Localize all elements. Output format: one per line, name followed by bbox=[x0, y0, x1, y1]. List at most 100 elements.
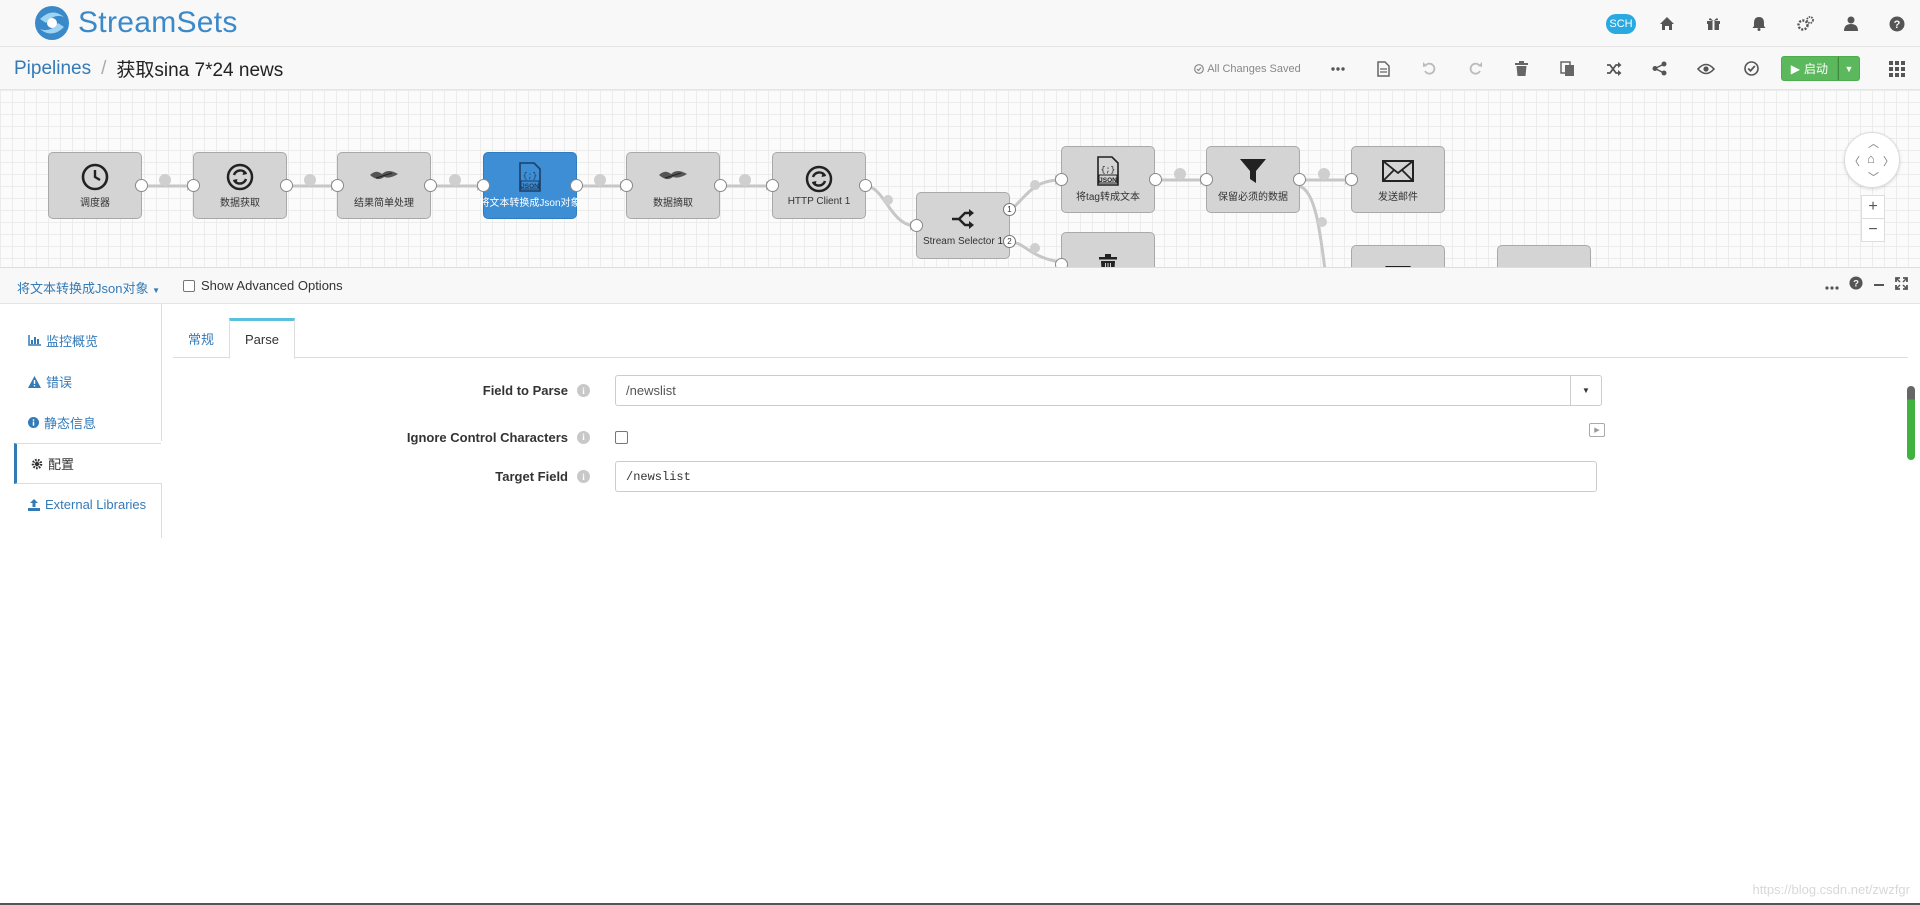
node-output-port[interactable] bbox=[1293, 173, 1306, 186]
bell-icon[interactable] bbox=[1736, 0, 1782, 47]
document-icon[interactable] bbox=[1361, 47, 1407, 90]
node-label: 发送邮件 bbox=[1378, 192, 1418, 203]
svg-text:JSON: JSON bbox=[521, 183, 539, 190]
home-icon[interactable] bbox=[1644, 0, 1690, 47]
stage-selector-dropdown[interactable]: 将文本转换成Json对象 ▼ bbox=[17, 278, 160, 297]
node-input-port[interactable] bbox=[1200, 173, 1213, 186]
delete-icon[interactable] bbox=[1499, 47, 1545, 90]
active-nav-gap bbox=[161, 441, 162, 482]
grid-menu-icon[interactable] bbox=[1874, 47, 1920, 90]
pan-up-icon[interactable]: ︿ bbox=[1868, 135, 1879, 151]
user-icon[interactable] bbox=[1828, 0, 1874, 47]
node-input-port[interactable] bbox=[766, 179, 779, 192]
node-output-port[interactable] bbox=[714, 179, 727, 192]
node-input-port[interactable] bbox=[1345, 173, 1358, 186]
ignore-control-characters-checkbox[interactable] bbox=[615, 430, 628, 444]
pipeline-canvas[interactable]: 调度器 数据获取 结果简单处理 {;} JSON 将文本转换成Json对象 数据摘… bbox=[0, 90, 1920, 267]
nav-monitoring-summary[interactable]: 监控概览 bbox=[14, 320, 162, 361]
canvas-pan-control[interactable]: ︿ 〈 ⌂ 〉 ﹀ bbox=[1844, 132, 1900, 188]
expression-preview-icon[interactable]: ▶ bbox=[1589, 423, 1605, 437]
stream-output-port-2[interactable]: 2 bbox=[1003, 235, 1016, 248]
pan-down-icon[interactable]: ﹀ bbox=[1868, 169, 1879, 185]
redo-icon[interactable] bbox=[1453, 47, 1499, 90]
info-icon[interactable]: i bbox=[577, 384, 590, 397]
nav-label: 监控概览 bbox=[46, 334, 99, 349]
field-to-parse-dropdown[interactable]: ▼ bbox=[1571, 375, 1602, 406]
zoom-in-button[interactable]: + bbox=[1861, 195, 1885, 219]
caret-down-icon: ▼ bbox=[152, 286, 161, 295]
pipeline-node-http-client[interactable]: HTTP Client 1 bbox=[772, 152, 866, 219]
breadcrumb-pipelines-link[interactable]: Pipelines bbox=[14, 58, 91, 80]
pan-right-icon[interactable]: 〉 bbox=[1883, 153, 1894, 169]
pane-help-icon[interactable]: ? bbox=[1849, 276, 1863, 295]
pipeline-node-users[interactable] bbox=[1497, 245, 1591, 267]
node-output-port[interactable] bbox=[135, 179, 148, 192]
node-input-port[interactable] bbox=[1055, 258, 1068, 267]
funnel-icon bbox=[1240, 159, 1266, 183]
vertical-scroll-indicator[interactable] bbox=[1907, 386, 1915, 460]
nav-label: External Libraries bbox=[45, 497, 147, 512]
pipeline-title: 获取sina 7*24 news bbox=[116, 60, 284, 81]
help-icon[interactable]: ? bbox=[1874, 0, 1920, 47]
node-output-port[interactable] bbox=[424, 179, 437, 192]
node-input-port[interactable] bbox=[620, 179, 633, 192]
stream-output-port-1[interactable]: 1 bbox=[1003, 203, 1016, 216]
node-input-port[interactable] bbox=[187, 179, 200, 192]
pan-left-icon[interactable]: 〈 bbox=[1849, 153, 1860, 169]
node-input-port[interactable] bbox=[1055, 173, 1068, 186]
node-output-port[interactable] bbox=[1149, 173, 1162, 186]
info-icon[interactable]: i bbox=[577, 470, 590, 483]
node-label: 调度器 bbox=[80, 198, 110, 209]
pane-more-icon[interactable] bbox=[1825, 277, 1839, 295]
pipeline-node-tag-to-text[interactable]: {;} JSON 将tag转成文本 bbox=[1061, 146, 1155, 213]
pipeline-node-trash[interactable] bbox=[1061, 232, 1155, 267]
show-advanced-toggle[interactable]: Show Advanced Options bbox=[183, 278, 343, 293]
node-input-port[interactable] bbox=[331, 179, 344, 192]
pipeline-node-scheduler[interactable]: 调度器 bbox=[48, 152, 142, 219]
pipeline-node-json-parser-selected[interactable]: {;} JSON 将文本转换成Json对象 bbox=[479, 152, 581, 219]
node-output-port[interactable] bbox=[570, 179, 583, 192]
nav-external-libraries[interactable]: External Libraries bbox=[14, 484, 162, 525]
pipeline-node-simple-process[interactable]: 结果简单处理 bbox=[337, 152, 431, 219]
nav-label: 配置 bbox=[48, 457, 75, 472]
preview-eye-icon[interactable] bbox=[1683, 47, 1729, 90]
start-button[interactable]: ▶ 启动 bbox=[1780, 56, 1838, 81]
field-to-parse-input[interactable]: /newslist bbox=[615, 375, 1571, 406]
target-field-input[interactable]: /newslist bbox=[615, 461, 1597, 492]
pan-home-icon[interactable]: ⌂ bbox=[1867, 151, 1875, 166]
node-input-port[interactable] bbox=[477, 179, 490, 192]
tab-parse[interactable]: Parse bbox=[229, 318, 295, 359]
node-output-port[interactable] bbox=[859, 179, 872, 192]
zoom-out-button[interactable]: − bbox=[1861, 218, 1885, 242]
tab-general[interactable]: 常规 bbox=[173, 318, 229, 358]
show-advanced-checkbox[interactable] bbox=[183, 279, 195, 292]
more-options-icon[interactable] bbox=[1315, 47, 1361, 90]
sch-cloud-icon[interactable]: SCH bbox=[1598, 0, 1644, 47]
undo-icon[interactable] bbox=[1407, 47, 1453, 90]
nav-static-info[interactable]: 静态信息 bbox=[14, 402, 162, 443]
pipeline-node-filter-2[interactable] bbox=[1351, 245, 1445, 267]
shuffle-icon[interactable] bbox=[1591, 47, 1637, 90]
pipeline-node-data-fetch[interactable]: 数据获取 bbox=[193, 152, 287, 219]
node-output-port[interactable] bbox=[280, 179, 293, 192]
info-icon[interactable]: i bbox=[577, 430, 590, 444]
nav-errors[interactable]: 错误 bbox=[14, 361, 162, 402]
node-label: 数据摘取 bbox=[653, 198, 693, 209]
start-options-dropdown[interactable]: ▼ bbox=[1838, 56, 1860, 81]
nav-configuration[interactable]: 配置 bbox=[14, 443, 162, 484]
validate-icon[interactable] bbox=[1729, 47, 1775, 90]
pane-minimize-icon[interactable] bbox=[1873, 277, 1885, 295]
pipeline-node-send-email[interactable]: 发送邮件 bbox=[1351, 146, 1445, 213]
pipeline-node-keep-required[interactable]: 保留必须的数据 bbox=[1206, 146, 1300, 213]
pipeline-node-stream-selector[interactable]: Stream Selector 1 bbox=[916, 192, 1010, 259]
streamsets-logo[interactable]: StreamSets bbox=[32, 2, 238, 44]
cogs-icon[interactable] bbox=[1782, 0, 1828, 47]
node-input-port[interactable] bbox=[910, 219, 923, 232]
node-label: 结果简单处理 bbox=[354, 198, 414, 209]
gift-icon[interactable] bbox=[1690, 0, 1736, 47]
pane-maximize-icon[interactable] bbox=[1895, 276, 1908, 295]
breadcrumb: Pipelines / 获取sina 7*24 news bbox=[14, 55, 283, 82]
share-icon[interactable] bbox=[1637, 47, 1683, 90]
pipeline-node-data-extract[interactable]: 数据摘取 bbox=[626, 152, 720, 219]
duplicate-icon[interactable] bbox=[1545, 47, 1591, 90]
